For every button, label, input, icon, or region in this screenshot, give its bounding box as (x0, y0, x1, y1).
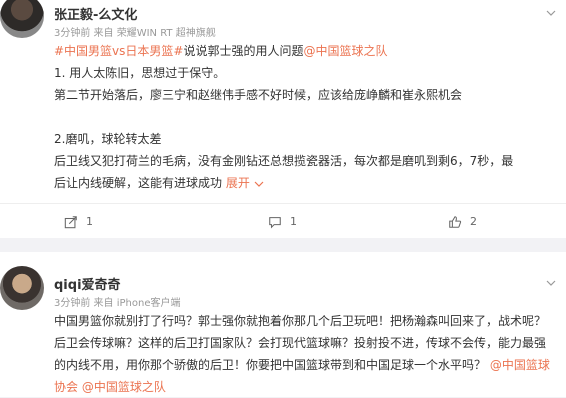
post-headline: #中国男篮vs日本男篮#说说郭士强的用人问题@中国篮球之队 (54, 40, 552, 62)
post-meta: 3分钟前 来自 荣耀WIN RT 超神旗舰 (54, 28, 216, 39)
post-body: #中国男篮vs日本男篮#说说郭士强的用人问题@中国篮球之队 1. 用人太陈旧，思… (54, 40, 552, 194)
like-button[interactable]: 2 (448, 204, 477, 239)
share-count: 1 (86, 215, 93, 228)
chevron-down-icon[interactable] (546, 8, 556, 18)
reply-body: 中国男篮你就别打了行吗？郭士强你就抱着你那几个后卫玩吧！把杨瀚森叫回来了，战术呢… (54, 310, 552, 398)
post-actions: 1 1 2 (0, 203, 566, 238)
chevron-down-icon[interactable] (546, 278, 556, 288)
point1-detail: 第二节开始落后，廖三宁和赵继伟手感不好时候，应该给庞峥麟和崔永熙机会 (54, 88, 463, 102)
comment-count: 1 (290, 215, 297, 228)
share-icon (64, 215, 77, 228)
author-name[interactable]: 张正毅-么文化 (54, 4, 137, 23)
avatar[interactable] (0, 266, 44, 310)
reply-text: 中国男篮你就别打了行吗？郭士强你就抱着你那几个后卫玩吧！把杨瀚森叫回来了，战术呢… (54, 314, 547, 372)
chevron-down-icon (254, 181, 264, 187)
headline-text: 说说郭士强的用人问题 (183, 44, 304, 58)
point2-detail-2: 后让内线硬解，这能有进球成功 展开 (54, 172, 552, 194)
avatar[interactable] (0, 0, 44, 38)
author-name[interactable]: qiqi爱奇奇 (54, 274, 121, 293)
mention-link[interactable]: @中国篮球之队 (303, 44, 387, 58)
comment-icon (269, 216, 281, 229)
point2-detail-1: 后卫线又犯打荷兰的毛病，没有金刚钻还总想揽瓷器活，每次都是磨叽到剩6，7秒，最 (54, 154, 514, 168)
topic-hashtag[interactable]: #中国男篮vs日本男篮# (54, 44, 183, 58)
share-button[interactable]: 1 (64, 204, 93, 239)
point2-detail-text: 后让内线硬解，这能有进球成功 (54, 176, 223, 190)
expand-link[interactable]: 展开 (226, 176, 264, 190)
like-count: 2 (470, 215, 477, 228)
mention-link[interactable]: @中国篮球之队 (82, 380, 166, 394)
point1: 1. 用人太陈旧，思想过于保守。 (54, 66, 226, 80)
point2: 2.磨叽，球轮转太差 (54, 132, 162, 146)
like-icon (449, 215, 462, 228)
comment-button[interactable]: 1 (268, 204, 297, 239)
card-divider (0, 238, 566, 252)
weibo-post-card: 张正毅-么文化 3分钟前 来自 荣耀WIN RT 超神旗舰 #中国男篮vs日本男… (0, 0, 566, 238)
post-meta: 3分钟前 来自 iPhone客户端 (54, 298, 181, 309)
